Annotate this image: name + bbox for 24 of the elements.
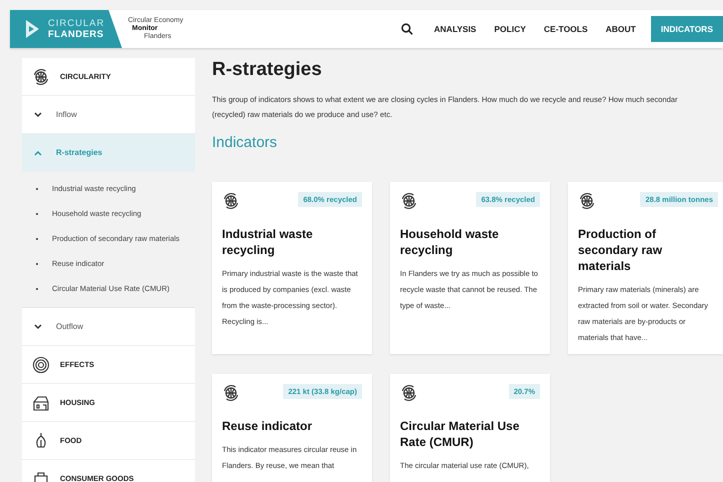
card-title[interactable]: Circular Material Use Rate (CMUR) (400, 418, 540, 450)
globe-icon (400, 384, 418, 402)
search-icon[interactable] (401, 23, 414, 35)
logo-text: FLANDERS (48, 29, 105, 40)
nav-link[interactable]: CE-TOOLS (534, 16, 597, 42)
globe-icon (578, 192, 596, 210)
globe-icon (222, 192, 240, 210)
section-title: Indicators (212, 134, 278, 152)
logo-icon (24, 19, 40, 39)
globe-icon (222, 384, 240, 402)
target-icon (32, 356, 50, 374)
globe-icon (400, 192, 418, 210)
card-title[interactable]: Reuse indicator (222, 418, 362, 434)
nav-link[interactable]: ABOUT (596, 16, 645, 42)
card-title[interactable]: Industrial waste recycling (222, 226, 362, 258)
card-title[interactable]: Household waste recycling (400, 226, 540, 258)
nav-link[interactable]: ANALYSIS (425, 16, 486, 42)
globe-icon (32, 68, 50, 86)
logo-text: CIRCULAR (48, 18, 105, 29)
house-icon (32, 394, 50, 412)
nav-link[interactable]: POLICY (485, 16, 535, 42)
nav-group-item[interactable]: Outflow (22, 308, 195, 346)
page-title: R-strategies (212, 58, 323, 82)
card-title[interactable]: Production of secondary raw materials (578, 226, 718, 274)
